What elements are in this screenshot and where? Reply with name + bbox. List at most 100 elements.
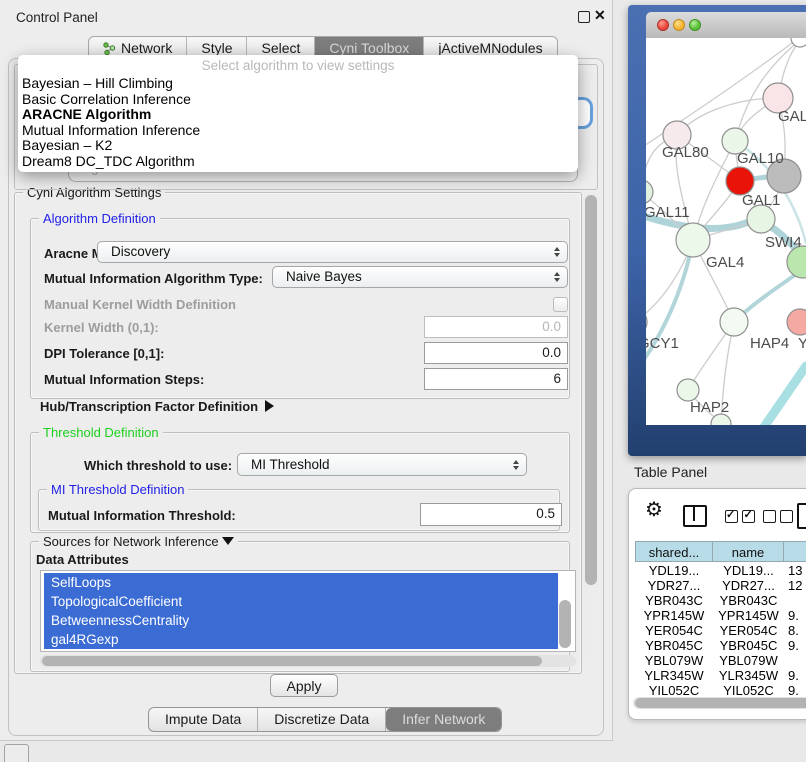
network-node[interactable] (677, 379, 699, 401)
table-row[interactable]: YPR145WYPR145W9. (629, 608, 806, 623)
aracne-mode-value: Discovery (98, 242, 567, 262)
spinner-icon (554, 247, 560, 257)
node-label: HAP2 (690, 399, 729, 416)
dpi-tolerance-value: 0.0 (542, 345, 561, 360)
close-button[interactable] (657, 19, 669, 31)
attributes-list[interactable]: SelfLoopsTopologicalCoefficientBetweenne… (40, 570, 576, 652)
kernel-width-field[interactable]: 0.0 (424, 316, 568, 338)
mi-threshold-label: Mutual Information Threshold: (48, 508, 236, 523)
table-row[interactable]: YIL052CYIL052C9. (629, 683, 806, 698)
column-header-name[interactable]: name (713, 541, 784, 562)
select-all-checkboxes-icon[interactable] (725, 508, 755, 526)
table-row[interactable]: YBL079WYBL079W (629, 653, 806, 668)
table-row[interactable]: YBR043CYBR043C (629, 593, 806, 608)
dropdown-item[interactable]: Dream8 DC_TDC Algorithm (18, 154, 578, 170)
minimize-button[interactable] (673, 19, 685, 31)
collapsed-arrow-icon (265, 400, 274, 412)
gear-icon[interactable]: ⚙ (645, 497, 663, 522)
table-cell: YDL19... (635, 563, 713, 578)
column-header-3[interactable] (784, 541, 806, 562)
network-window-titlebar[interactable] (646, 12, 806, 39)
attribute-item[interactable]: TopologicalCoefficient (44, 592, 558, 611)
table-cell: YDL19... (713, 563, 784, 578)
node-label: GAL1 (742, 192, 780, 209)
table-cell: 9. (784, 638, 806, 653)
dropdown-item[interactable]: Mutual Information Inference (18, 123, 578, 139)
mi-steps-field[interactable]: 6 (424, 368, 568, 390)
dropdown-item[interactable]: ARACNE Algorithm (18, 107, 578, 123)
table-cell: YLR345W (635, 668, 713, 683)
table-row[interactable]: YLR345WYLR345W9. (629, 668, 806, 683)
zoom-button[interactable] (689, 19, 701, 31)
control-panel-window: Control Panel ✕ Network Style Select Cyn… (0, 0, 613, 741)
table-horizontal-scrollbar[interactable] (633, 697, 806, 709)
table-cell: 8. (784, 623, 806, 638)
mi-steps-value: 6 (553, 371, 561, 386)
aracne-mode-select[interactable]: Discovery (97, 241, 568, 263)
apply-button[interactable]: Apply (270, 674, 338, 697)
network-node[interactable] (720, 308, 748, 336)
dropdown-item[interactable]: Bayesian – K2 (18, 138, 578, 154)
column-layout-icon[interactable] (683, 505, 707, 527)
tab-infer-network[interactable]: Infer Network (386, 708, 501, 731)
table-row[interactable]: YER054CYER054C8. (629, 623, 806, 638)
table-row[interactable]: YBR045CYBR045C9. (629, 638, 806, 653)
sources-toggle[interactable]: Sources for Network Inference (39, 534, 238, 549)
node-label: GCY1 (646, 335, 679, 352)
settings-vertical-scrollbar[interactable] (584, 192, 598, 662)
float-window-icon[interactable] (578, 11, 590, 23)
list-vertical-scrollbar[interactable] (559, 600, 571, 648)
dropdown-item[interactable]: Basic Correlation Inference (18, 92, 578, 108)
spinner-icon (554, 272, 560, 282)
dpi-tolerance-field[interactable]: 0.0 (424, 342, 568, 364)
network-node[interactable] (787, 309, 806, 335)
dropdown-item[interactable]: Bayesian – Hill Climbing (18, 76, 578, 92)
table-cell: YBL079W (713, 653, 784, 668)
scrollbar-thumb[interactable] (635, 698, 806, 708)
algorithm-dropdown: Select algorithm to view settings Bayesi… (18, 55, 578, 172)
node-label: HAP4 (750, 335, 789, 352)
group-title: Algorithm Definition (39, 211, 160, 226)
tab-impute-data[interactable]: Impute Data (149, 708, 258, 731)
minimized-panel-button[interactable] (4, 744, 29, 762)
table-cell: YBL079W (635, 653, 713, 668)
mi-type-select[interactable]: Naive Bayes (272, 266, 568, 288)
mi-threshold-field[interactable]: 0.5 (420, 503, 562, 526)
table-cell: YDR27... (713, 578, 784, 593)
attribute-item[interactable]: SelfLoops (44, 573, 558, 592)
network-canvas[interactable]: GALGAL80GAL10GAL1GAL11SWI4GAL4GCY1HAP4YH… (646, 38, 806, 425)
group-title: MI Threshold Definition (47, 482, 188, 497)
hub-definition-toggle[interactable]: Hub/Transcription Factor Definition (40, 399, 274, 414)
scrollbar-thumb[interactable] (42, 656, 542, 666)
list-horizontal-scrollbar[interactable] (40, 655, 576, 667)
attribute-item[interactable]: BetweennessCentrality (44, 611, 558, 630)
table-cell: YER054C (713, 623, 784, 638)
table-cell: 12 (784, 578, 806, 593)
data-attributes-label: Data Attributes (36, 552, 129, 567)
table-cell: YIL052C (713, 683, 784, 698)
network-node[interactable] (747, 205, 775, 233)
mi-type-label: Mutual Information Algorithm Type: (44, 271, 263, 286)
table-row[interactable]: YDR27...YDR27...12 (629, 578, 806, 593)
document-icon[interactable] (797, 503, 806, 529)
scrollbar-thumb[interactable] (585, 195, 597, 585)
spinner-icon (513, 460, 519, 470)
table-cell: YBR043C (713, 593, 784, 608)
table-panel-window: ⚙ shared... name YDL19...YDL19...13YDR27… (628, 488, 806, 720)
control-panel-title: Control Panel (16, 10, 98, 25)
network-node[interactable] (676, 223, 710, 257)
tab-discretize-data[interactable]: Discretize Data (258, 708, 386, 731)
mi-threshold-value: 0.5 (536, 506, 555, 521)
expanded-arrow-icon (222, 537, 234, 545)
dropdown-list: Bayesian – Hill ClimbingBasic Correlatio… (18, 76, 578, 170)
which-threshold-select[interactable]: MI Threshold (237, 453, 527, 476)
table-row[interactable]: YDL19...YDL19...13 (629, 563, 806, 578)
deselect-all-checkboxes-icon[interactable] (763, 508, 793, 526)
column-header-shared[interactable]: shared... (635, 541, 713, 562)
manual-kernel-checkbox[interactable] (553, 297, 568, 312)
node-label: GAL4 (706, 254, 744, 271)
attribute-item[interactable]: gal4RGexp (44, 630, 558, 649)
close-icon[interactable]: ✕ (594, 7, 606, 24)
network-node[interactable] (726, 167, 754, 195)
mi-steps-label: Mutual Information Steps: (44, 372, 204, 387)
